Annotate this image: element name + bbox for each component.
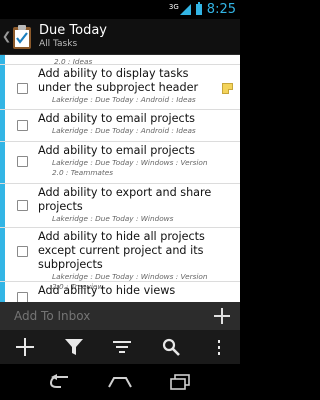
quick-add-bar [0,302,240,330]
task-content: Add ability to email projects Lakeridge … [38,110,216,141]
filter-icon[interactable] [61,334,87,360]
project-color-stripe [0,65,5,109]
task-title: Add ability to hide all projects except … [38,230,205,271]
add-task-button[interactable] [212,306,232,326]
task-title: Add ability to email projects [38,144,195,157]
task-list[interactable]: 2.0 : Ideas Add ability to display tasks… [0,55,240,319]
page-subtitle: All Tasks [39,39,78,49]
task-path: Lakeridge : Due Today : Windows : Versio… [52,158,208,177]
task-content: Add ability to hide all projects except … [38,228,216,291]
add-icon[interactable] [12,334,38,360]
title-block[interactable]: Due Today All Tasks [39,23,107,50]
task-path: Lakeridge : Due Today : Android : Ideas [52,95,196,104]
home-icon[interactable] [105,370,135,394]
overflow-menu-icon[interactable] [206,334,232,360]
back-icon[interactable] [45,370,75,394]
sort-icon[interactable] [109,334,135,360]
task-checkbox[interactable] [17,120,28,131]
task-path: Lakeridge : Due Today : Android : Ideas [52,126,196,135]
search-icon[interactable] [158,334,184,360]
page-title: Due Today [39,23,107,38]
project-color-stripe [0,184,5,227]
add-to-inbox-input[interactable] [14,309,212,323]
note-icon[interactable] [222,83,233,94]
signal-icon [179,4,191,15]
task-checkbox[interactable] [17,200,28,211]
project-color-stripe [0,110,5,141]
up-navigation-icon[interactable]: ❮ [0,30,11,43]
task-row[interactable]: Add ability to email projects Lakeridge … [0,110,240,142]
battery-icon [195,2,202,15]
task-content: Add ability to export and share projects… [38,184,216,227]
task-content: 2.0 : Ideas [10,55,188,66]
status-bar: 3G 8:25 [0,0,240,19]
task-row[interactable]: Add ability to display tasks under the s… [0,65,240,110]
task-row[interactable]: Add ability to export and share projects… [0,184,240,228]
task-row[interactable]: Add ability to email projects Lakeridge … [0,142,240,184]
action-bar: ❮ Due Today All Tasks [0,19,240,55]
task-checkbox[interactable] [17,83,28,94]
project-color-stripe [0,142,5,183]
project-color-stripe [0,55,5,64]
task-title: Add ability to export and share projects [38,186,212,213]
task-row[interactable]: Add ability to hide all projects except … [0,228,240,291]
recent-apps-icon[interactable] [165,370,195,394]
clock: 8:25 [206,2,236,17]
task-checkbox[interactable] [17,246,28,257]
task-row[interactable]: 2.0 : Ideas [0,55,240,66]
task-path: Lakeridge : Due Today : Windows [52,214,174,223]
task-title: Add ability to email projects [38,112,195,125]
task-content: Add ability to email projects Lakeridge … [38,142,216,183]
task-title: Add ability to display tasks under the s… [38,67,199,94]
task-title: Add ability to hide views [38,284,176,297]
bottom-toolbar [0,330,240,364]
task-content: Add ability to display tasks under the s… [38,65,216,109]
clipboard-icon[interactable] [11,24,33,50]
navigation-bar [0,364,240,400]
task-checkbox[interactable] [17,156,28,167]
network-type: 3G [168,2,179,11]
project-color-stripe [0,228,5,281]
